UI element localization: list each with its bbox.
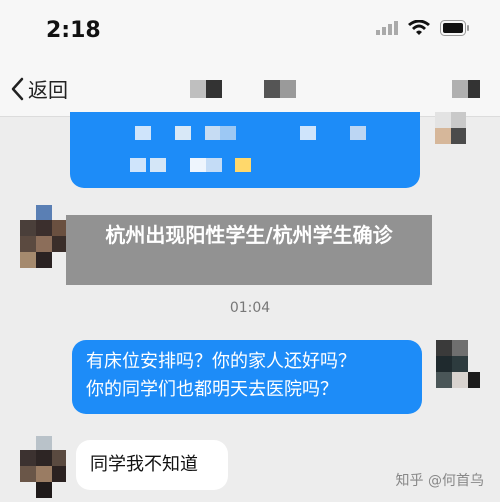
message-timestamp: 01:04 [229, 300, 271, 316]
nav-bar: 返回 [0, 60, 500, 117]
battery-icon [440, 20, 469, 36]
status-time: 2:18 [46, 18, 101, 43]
watermark: 知乎 @何首乌 [395, 473, 484, 489]
back-button[interactable]: 返回 [10, 74, 68, 103]
outgoing-message-line-1: 有床位安排吗？你的家人还好吗？ [86, 351, 356, 372]
outgoing-message-line-2: 你的同学们也都明天去医院吗？ [86, 379, 338, 400]
chevron-left-icon [11, 77, 24, 100]
headline-text: 杭州出现阳性学生/杭州学生确诊 [105, 223, 393, 247]
incoming-message-bubble: 同学我不知道 [76, 440, 228, 490]
signal-icon [376, 21, 398, 35]
wifi-icon [408, 20, 430, 35]
outgoing-bubble-pixelated [70, 112, 420, 188]
outgoing-message-bubble: 有床位安排吗？你的家人还好吗？ 你的同学们也都明天去医院吗？ [72, 340, 422, 414]
incoming-message-text: 同学我不知道 [90, 454, 198, 475]
status-bar: 2:18 [0, 0, 500, 60]
back-label: 返回 [28, 78, 68, 102]
headline-overlay: 杭州出现阳性学生/杭州学生确诊 [66, 215, 432, 285]
status-icons [376, 20, 470, 36]
